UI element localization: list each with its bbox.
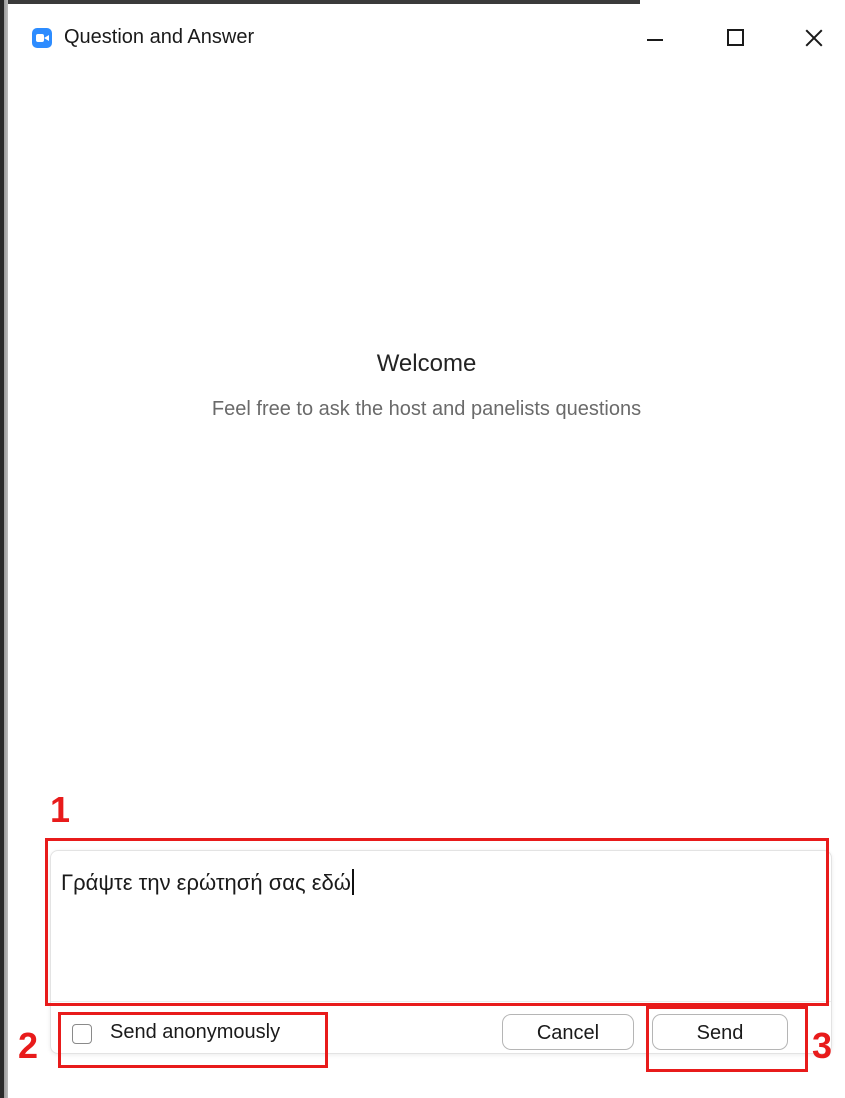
window-title: Question and Answer: [64, 26, 255, 48]
annotation-label-3: 3: [812, 1025, 833, 1066]
close-button[interactable]: [792, 18, 838, 58]
cancel-button[interactable]: Cancel: [502, 1014, 634, 1050]
minimize-button[interactable]: [632, 18, 678, 58]
welcome-title: Welcome: [376, 350, 477, 377]
page: Question and Answer Welcome Feel free to…: [0, 0, 845, 1098]
title-bar[interactable]: Question and Answer: [8, 4, 845, 66]
annotation-box-1: [45, 838, 829, 1006]
welcome-subtitle: Feel free to ask the host and panelists …: [211, 398, 642, 420]
annotation-box-3: [646, 1006, 808, 1072]
background-window-edge-left: [0, 0, 8, 1098]
zoom-camera-icon: [32, 28, 52, 48]
annotation-label-2: 2: [18, 1025, 39, 1066]
maximize-button[interactable]: [712, 18, 758, 58]
annotation-label-1: 1: [50, 789, 71, 830]
annotation-box-2: [58, 1012, 328, 1068]
